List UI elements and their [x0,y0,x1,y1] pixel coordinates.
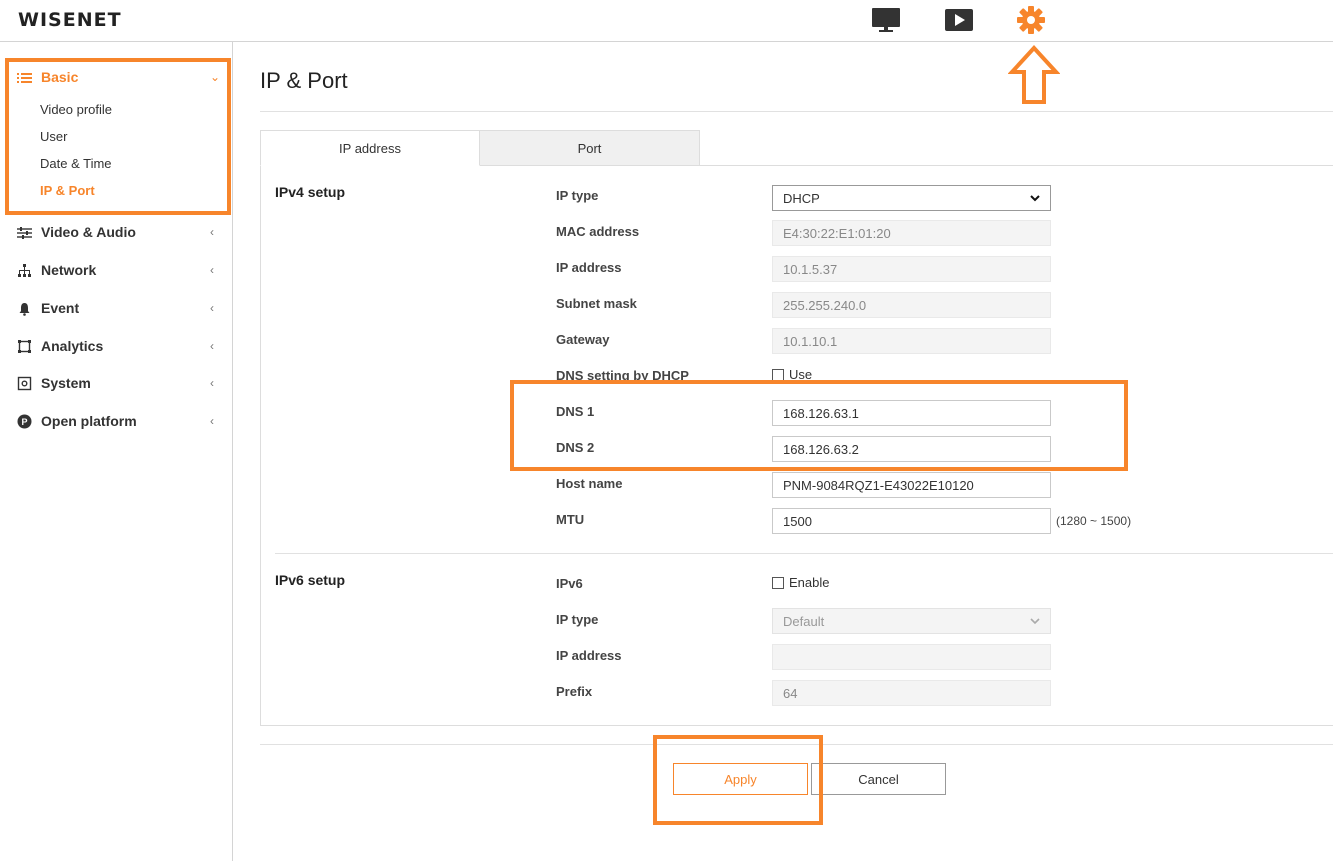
host-name-input[interactable]: PNM-9084RQZ1-E43022E10120 [772,472,1051,498]
platform-icon: P [17,414,32,429]
dns-dhcp-option: Use [789,367,813,382]
bell-icon [19,303,30,316]
sidebar-group-system[interactable]: System ‹ [0,368,233,398]
chevron-left-icon: ‹ [210,414,214,428]
mtu-label: MTU [556,512,585,527]
ipv6-ip-type-label: IP type [556,612,599,627]
page-title: IP & Port [260,68,348,93]
sidebar-item-user[interactable]: User [40,129,67,144]
ip-address-label: IP address [556,260,622,275]
chevron-left-icon: ‹ [210,263,214,277]
tab-port[interactable]: Port [479,130,700,166]
ipv6-ip-type-value: Default [783,613,825,629]
mtu-input[interactable]: 1500 [772,508,1051,534]
chevron-left-icon: ‹ [210,225,214,239]
chevron-left-icon: ‹ [210,376,214,390]
play-icon[interactable] [944,6,974,34]
ipv6-ip-address-label: IP address [556,648,622,663]
chevron-down-icon [1030,194,1040,201]
monitor-icon[interactable] [871,6,901,34]
sidebar-group-open-platform[interactable]: P Open platform ‹ [0,406,233,436]
network-icon [18,264,31,277]
sidebar-item-date-time[interactable]: Date & Time [40,156,112,171]
sidebar-group-event[interactable]: Event ‹ [0,293,233,323]
sidebar-group-basic[interactable]: Basic ⌄ [0,62,233,92]
sidebar-group-network[interactable]: Network ‹ [0,255,233,285]
svg-text:P: P [21,417,27,427]
ipv6-prefix-label: Prefix [556,684,593,699]
ip-address-field: 10.1.5.37 [772,256,1051,282]
ipv6-label: IPv6 [556,576,583,591]
dns-dhcp-checkbox[interactable]: Use [772,367,812,382]
chevron-down-icon: ⌄ [210,70,221,84]
analytics-icon [18,340,31,353]
ipv6-ip-type-select[interactable]: Default [772,608,1051,634]
chevron-left-icon: ‹ [210,339,214,353]
sidebar-group-label: Network [41,262,97,278]
sidebar-group-label: Open platform [41,413,137,429]
dns2-input[interactable]: 168.126.63.2 [772,436,1051,462]
dns1-label: DNS 1 [556,404,595,419]
sidebar-group-label: Video & Audio [41,224,136,240]
sidebar-group-analytics[interactable]: Analytics ‹ [0,331,233,361]
sidebar [0,42,233,861]
sliders-icon [17,227,32,239]
chevron-left-icon: ‹ [210,301,214,315]
sidebar-item-ip-port[interactable]: IP & Port [40,183,95,198]
system-icon [17,376,32,391]
ip-type-label: IP type [556,188,599,203]
host-name-label: Host name [556,476,623,491]
sidebar-group-label: Event [41,300,80,316]
top-bar: WISENET [0,0,1333,42]
ipv4-section-title: IPv4 setup [275,184,346,200]
ipv6-enable-checkbox[interactable]: Enable [772,575,829,590]
sidebar-group-label: Basic [41,69,79,85]
ipv6-prefix-field: 64 [772,680,1051,706]
chevron-down-icon [1030,617,1040,624]
dns-dhcp-label: DNS setting by DHCP [556,368,689,383]
gateway-label: Gateway [556,332,610,347]
ip-type-value: DHCP [783,190,820,206]
subnet-mask-label: Subnet mask [556,296,637,311]
cancel-button[interactable]: Cancel [811,763,946,795]
checkbox-box[interactable] [772,576,784,589]
apply-button[interactable]: Apply [673,763,808,795]
title-divider [260,111,1333,112]
ipv6-ip-address-field [772,644,1051,670]
ipv6-enable-option: Enable [789,575,830,590]
gateway-field: 10.1.10.1 [772,328,1051,354]
sidebar-group-label: Analytics [41,338,104,354]
section-divider [275,553,1333,554]
list-icon [17,73,32,83]
gear-icon[interactable] [1016,6,1046,34]
dns1-input[interactable]: 168.126.63.1 [772,400,1051,426]
sidebar-group-video-audio[interactable]: Video & Audio ‹ [0,217,233,247]
checkbox-box[interactable] [772,368,784,381]
tab-ip-address[interactable]: IP address [260,130,480,166]
bottom-divider [260,744,1333,745]
mac-address-label: MAC address [556,224,640,239]
annotation-arrow-icon [1008,45,1060,104]
mtu-range-hint: (1280 ~ 1500) [1056,514,1132,528]
mac-address-field: E4:30:22:E1:01:20 [772,220,1051,246]
subnet-mask-field: 255.255.240.0 [772,292,1051,318]
dns2-label: DNS 2 [556,440,595,455]
ipv6-section-title: IPv6 setup [275,572,346,588]
ip-type-select[interactable]: DHCP [772,185,1051,211]
sidebar-item-video-profile[interactable]: Video profile [40,102,112,117]
sidebar-group-label: System [41,375,91,391]
wisenet-logo: WISENET [18,9,122,31]
